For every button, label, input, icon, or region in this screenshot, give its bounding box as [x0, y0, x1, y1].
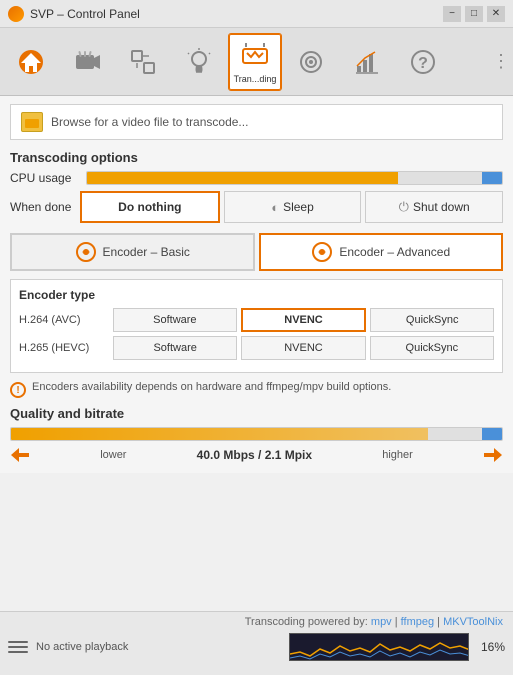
power-icon: ⏻ — [399, 199, 409, 215]
browse-bar[interactable]: Browse for a video file to transcode... — [10, 104, 503, 140]
transcode-icon — [239, 39, 271, 71]
sleep-label: Sleep — [283, 200, 314, 214]
h265-row: H.265 (HEVC) Software NVENC QuickSync — [19, 336, 494, 360]
toolbar-target-button[interactable] — [284, 33, 338, 91]
cpu-usage-row: CPU usage — [10, 171, 503, 185]
cpu-progress-fill — [87, 172, 398, 184]
encoder-tabs: Encoder – Basic Encoder – Advanced — [10, 233, 503, 271]
encoder-advanced-label: Encoder – Advanced — [339, 245, 450, 259]
quality-bar-row — [10, 427, 503, 441]
quality-bar[interactable] — [10, 427, 503, 441]
close-button[interactable]: ✕ — [487, 6, 505, 22]
toolbar-help-button[interactable]: ? — [396, 33, 450, 91]
quality-controls-row: lower 40.0 Mbps / 2.1 Mpix higher — [10, 445, 503, 465]
app-icon — [8, 6, 24, 22]
quality-higher-button[interactable] — [483, 445, 503, 465]
encoder-type-section: Encoder type H.264 (AVC) Software NVENC … — [10, 279, 503, 373]
toolbar-more-button[interactable]: ⋮ — [493, 33, 509, 91]
transcoding-section-title: Transcoding options — [10, 150, 503, 165]
cpu-progress-bar[interactable] — [86, 171, 503, 185]
h264-nvenc-btn[interactable]: NVENC — [241, 308, 367, 332]
cpu-progress-handle[interactable] — [482, 172, 502, 184]
toolbar-video-button[interactable] — [60, 33, 114, 91]
encoders-note-text: Encoders availability depends on hardwar… — [32, 381, 391, 393]
mpv-link[interactable]: mpv — [371, 616, 392, 628]
svg-text:?: ? — [418, 55, 428, 72]
quality-bar-handle[interactable] — [482, 428, 502, 440]
h264-row: H.264 (AVC) Software NVENC QuickSync — [19, 308, 494, 332]
toolbar-transform-button[interactable] — [116, 33, 170, 91]
when-done-buttons: Do nothing ◐ Sleep ⏻ Shut down — [80, 191, 503, 223]
h265-quicksync-btn[interactable]: QuickSync — [370, 336, 494, 360]
do-nothing-button[interactable]: Do nothing — [80, 191, 220, 223]
minimize-button[interactable]: − — [443, 6, 461, 22]
h265-software-btn[interactable]: Software — [113, 336, 237, 360]
encoder-type-label: Encoder type — [19, 288, 494, 302]
window-controls: − □ ✕ — [443, 6, 505, 22]
h264-label: H.264 (AVC) — [19, 314, 109, 326]
h264-software-btn[interactable]: Software — [113, 308, 237, 332]
video-icon — [71, 46, 103, 78]
footer: Transcoding powered by: mpv | ffmpeg | M… — [0, 611, 513, 675]
status-bar: No active playback 16% — [0, 630, 513, 664]
toolbar-transcode-button[interactable]: Tran...ding — [228, 33, 282, 91]
chart-icon — [351, 46, 383, 78]
quality-center-value: 40.0 Mbps / 2.1 Mpix — [197, 448, 312, 462]
h265-label: H.265 (HEVC) — [19, 342, 109, 354]
quality-lower-button[interactable] — [10, 445, 30, 465]
shutdown-button[interactable]: ⏻ Shut down — [365, 191, 503, 223]
quality-lower-label: lower — [100, 449, 126, 461]
encoder-advanced-tab[interactable]: Encoder – Advanced — [259, 233, 504, 271]
quality-bar-fill — [11, 428, 428, 440]
transcode-label: Tran...ding — [234, 75, 277, 85]
toolbar-chart-button[interactable] — [340, 33, 394, 91]
powered-by-prefix: Transcoding powered by: — [245, 616, 371, 628]
transform-icon — [127, 46, 159, 78]
shutdown-label: Shut down — [413, 200, 470, 214]
do-nothing-label: Do nothing — [118, 200, 181, 214]
when-done-label: When done — [10, 200, 80, 214]
mini-chart — [289, 633, 469, 661]
browse-text: Browse for a video file to transcode... — [51, 115, 248, 129]
more-icon: ⋮ — [492, 51, 510, 72]
bulb-icon — [183, 46, 215, 78]
sleep-icon: ◐ — [271, 200, 279, 215]
quality-section-title: Quality and bitrate — [10, 406, 503, 421]
quality-higher-label: higher — [382, 449, 413, 461]
target-icon — [295, 46, 327, 78]
toolbar-home-button[interactable] — [4, 33, 58, 91]
h265-nvenc-btn[interactable]: NVENC — [241, 336, 365, 360]
ffmpeg-link[interactable]: ffmpeg — [401, 616, 434, 628]
encoder-basic-label: Encoder – Basic — [103, 245, 190, 259]
h264-quicksync-btn[interactable]: QuickSync — [370, 308, 494, 332]
when-done-row: When done Do nothing ◐ Sleep ⏻ Shut down — [10, 191, 503, 223]
mkvtoolnix-link[interactable]: MKVToolNix — [443, 616, 503, 628]
menu-icon[interactable] — [8, 637, 28, 657]
status-text: No active playback — [36, 641, 281, 653]
cpu-percent: 16% — [481, 640, 505, 654]
encoders-note: ! Encoders availability depends on hardw… — [10, 381, 503, 398]
powered-by-text: Transcoding powered by: mpv | ffmpeg | M… — [0, 612, 513, 630]
title-bar: SVP – Control Panel − □ ✕ — [0, 0, 513, 28]
folder-icon — [21, 112, 43, 132]
main-content: Browse for a video file to transcode... … — [0, 96, 513, 473]
home-icon — [15, 46, 47, 78]
toolbar: Tran...ding ? — [0, 28, 513, 96]
toolbar-bulb-button[interactable] — [172, 33, 226, 91]
help-icon: ? — [407, 46, 439, 78]
encoder-basic-tab[interactable]: Encoder – Basic — [10, 233, 255, 271]
info-icon: ! — [10, 382, 26, 398]
sleep-button[interactable]: ◐ Sleep — [224, 191, 362, 223]
cpu-label: CPU usage — [10, 171, 80, 185]
maximize-button[interactable]: □ — [465, 6, 483, 22]
window-title: SVP – Control Panel — [30, 7, 443, 21]
